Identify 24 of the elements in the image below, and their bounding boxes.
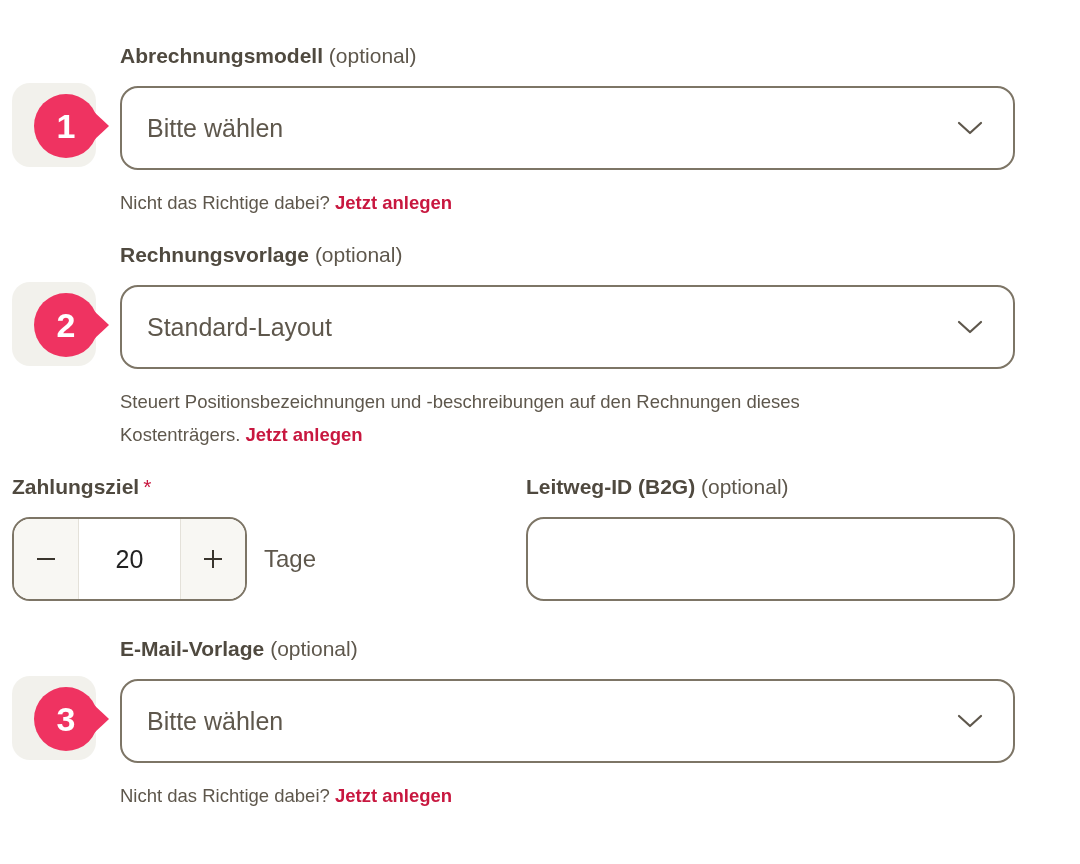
helper-text: Nicht das Richtige dabei? Jetzt anlegen xyxy=(120,784,454,808)
plus-icon xyxy=(203,549,223,569)
create-link[interactable]: Jetzt anlegen xyxy=(245,424,363,445)
field-label: Abrechnungsmodell (optional) xyxy=(120,43,418,69)
field-label: Zahlungsziel * xyxy=(12,474,153,500)
chevron-down-icon xyxy=(957,120,983,136)
select-field[interactable]: Bitte wählen xyxy=(120,86,1015,170)
helper-text: Steuert Positionsbezeichnungen und -beschreibungen auf den Rechnungen dieses Kostenträgers. Jetzt anlegen xyxy=(120,390,801,447)
create-link[interactable]: Jetzt anlegen xyxy=(334,785,453,806)
select-field[interactable]: Standard-Layout xyxy=(120,285,1015,369)
field-label: E-Mail-Vorlage (optional) xyxy=(120,636,359,662)
chevron-down-icon xyxy=(957,319,983,335)
field-label: Rechnungsvorlage (optional) xyxy=(120,242,404,268)
number-stepper[interactable]: 20 xyxy=(12,517,247,601)
required-mark: * xyxy=(143,475,152,498)
increase-button[interactable] xyxy=(181,519,245,599)
text-field[interactable] xyxy=(526,517,1015,601)
helper-text: Nicht das Richtige dabei? Jetzt anlegen xyxy=(120,191,454,215)
chevron-down-icon xyxy=(957,713,983,729)
unit-label: Tage xyxy=(264,545,317,573)
select-field[interactable]: Bitte wählen xyxy=(120,679,1015,763)
create-link[interactable]: Jetzt anlegen xyxy=(334,192,453,213)
minus-icon xyxy=(36,558,56,560)
field-label: Leitweg-ID (B2G) (optional) xyxy=(526,474,790,500)
